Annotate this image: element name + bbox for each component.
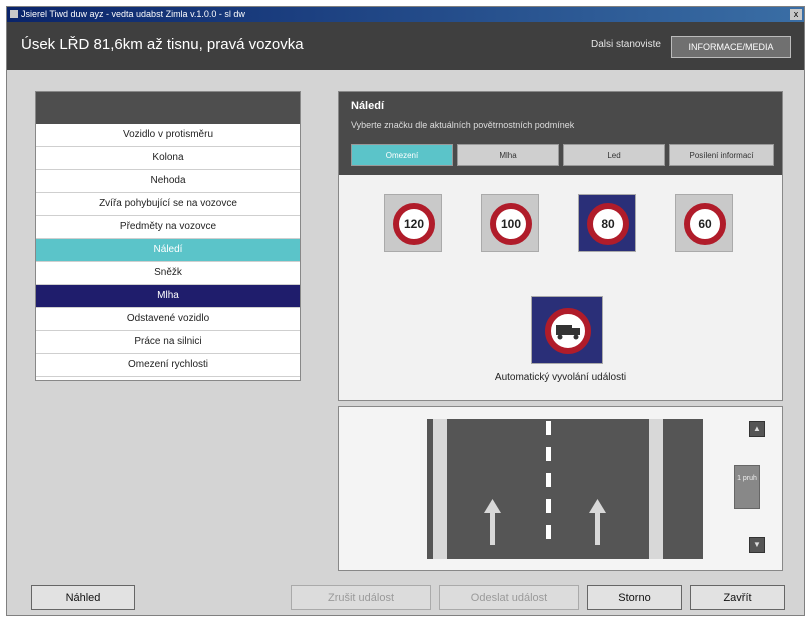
speed-limit-60-icon: 60	[684, 203, 726, 245]
event-list-item[interactable]: Zvířa pohybující se na vozovce	[36, 193, 300, 216]
event-list-item[interactable]: Práce na silnici	[36, 331, 300, 354]
no-trucks-sign-icon	[545, 308, 591, 354]
send-event-button[interactable]: Odeslat událost	[439, 585, 579, 610]
lane-count-button[interactable]: 1 pruh	[734, 465, 760, 509]
event-list-item[interactable]: Kolona	[36, 147, 300, 170]
speed-limit-80-icon: 80	[587, 203, 629, 245]
user-label: Dalsi stanoviste	[590, 39, 661, 50]
page-header: Úsek LŘD 81,6km až tisnu, pravá vozovka …	[7, 22, 804, 70]
event-list-item[interactable]: Sněžk	[36, 262, 300, 285]
road-diagram	[427, 419, 703, 559]
event-list-header	[36, 92, 300, 124]
detail-title: Náledí	[351, 100, 385, 112]
speed-limit-sign-60[interactable]: 60	[675, 194, 733, 252]
app-window: Jsierel Tiwd duw ayz - vedta udabst Ziml…	[6, 6, 805, 616]
event-type-list: Vozidlo v protisměru Kolona Nehoda Zvířa po…	[35, 91, 301, 381]
scroll-down-button[interactable]: ▼	[749, 537, 765, 553]
tab-omezeni[interactable]: Omezení	[351, 144, 453, 166]
info-media-button[interactable]: INFORMACE/MEDIA	[671, 36, 791, 58]
tab-posileni-informaci[interactable]: Posílení informací	[669, 144, 774, 166]
tab-mlha[interactable]: Mlha	[457, 144, 559, 166]
window-titlebar: Jsierel Tiwd duw ayz - vedta udabst Ziml…	[7, 7, 804, 22]
detail-header: Náledí Vyberte značku dle aktuálních pov…	[339, 92, 782, 175]
event-list-item[interactable]: Nehoda	[36, 170, 300, 193]
event-list-item[interactable]: Předměty na vozovce	[36, 216, 300, 239]
road-view: ▲ 1 pruh ▼	[338, 406, 783, 571]
speed-limit-sign-80[interactable]: 80	[578, 194, 636, 252]
event-list-item[interactable]: Náledí	[36, 239, 300, 262]
speed-limit-sign-100[interactable]: 100	[481, 194, 539, 252]
app-icon	[10, 10, 18, 18]
speed-limit-sign-120[interactable]: 120	[384, 194, 442, 252]
no-trucks-sign[interactable]	[531, 296, 603, 364]
preview-button[interactable]: Náhled	[31, 585, 135, 610]
speed-limit-100-icon: 100	[490, 203, 532, 245]
event-list-item[interactable]: Omezení rychlosti	[36, 354, 300, 377]
close-button[interactable]: Zavřít	[690, 585, 785, 610]
window-title: Jsierel Tiwd duw ayz - vedta udabst Ziml…	[21, 9, 245, 19]
event-list-item[interactable]: Odstavené vozidlo	[36, 308, 300, 331]
tab-led[interactable]: Led	[563, 144, 665, 166]
close-window-button[interactable]: x	[790, 9, 802, 20]
event-list-item[interactable]: Mlha	[36, 285, 300, 308]
cancel-event-button[interactable]: Zrušit událost	[291, 585, 431, 610]
auto-trigger-caption: Automatický vyvolání události	[494, 372, 627, 383]
page-title: Úsek LŘD 81,6km až tisnu, pravá vozovka	[21, 36, 304, 53]
event-detail-panel: Náledí Vyberte značku dle aktuálních pov…	[338, 91, 783, 401]
event-list-item[interactable]: Vozidlo v protisměru	[36, 124, 300, 147]
detail-subtitle: Vyberte značku dle aktuálních povětrnost…	[351, 120, 575, 130]
scroll-up-button[interactable]: ▲	[749, 421, 765, 437]
storno-button[interactable]: Storno	[587, 585, 682, 610]
speed-limit-120-icon: 120	[393, 203, 435, 245]
